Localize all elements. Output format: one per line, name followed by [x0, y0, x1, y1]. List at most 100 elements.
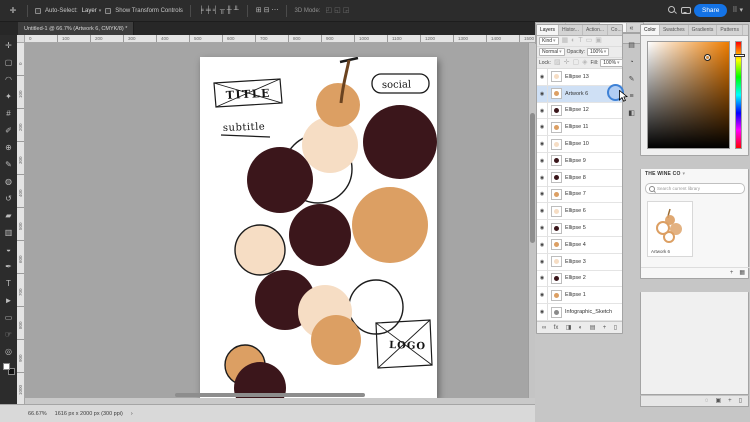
save-selection-icon[interactable]: ▣ — [715, 396, 723, 406]
hue-slider[interactable] — [735, 41, 742, 149]
layer-row-ellipse-2[interactable]: ◉Ellipse 2 — [537, 271, 622, 288]
library-search-input[interactable] — [645, 183, 745, 194]
layer-row-ellipse-12[interactable]: ◉Ellipse 12 — [537, 103, 622, 120]
brush-tool[interactable]: ✎ — [1, 156, 16, 173]
move-tool[interactable]: ✛ — [1, 37, 16, 54]
character-panel-icon[interactable]: ≡ — [628, 92, 634, 102]
collapse-panels-icon[interactable]: « — [629, 24, 635, 34]
color-tab-gradients[interactable]: Gradients — [689, 25, 718, 35]
color-tab-swatches[interactable]: Swatches — [660, 25, 689, 35]
layer-row-ellipse-9[interactable]: ◉Ellipse 9 — [537, 153, 622, 170]
opacity-dropdown[interactable]: 100% ▾ — [587, 48, 609, 56]
auto-select-checkbox[interactable] — [35, 8, 41, 14]
layer-thumbnail[interactable] — [551, 155, 562, 166]
document-tab[interactable]: Untitled-1 @ 66.7% (Artwork 6, CMYK/8) * — [18, 22, 134, 35]
info-panel-icon[interactable]: ◔ — [628, 58, 634, 68]
distribute-h-icon[interactable]: ⊞ — [255, 6, 263, 16]
library-asset-card[interactable]: Artwork 6 — [647, 201, 693, 257]
layer-visibility-eye-icon[interactable]: ◉ — [537, 270, 548, 286]
layer-thumbnail[interactable] — [551, 273, 562, 284]
zoom-level[interactable]: 66.67% — [28, 411, 47, 417]
filter-type-icon[interactable]: T — [577, 36, 583, 46]
layer-thumbnail[interactable] — [551, 189, 562, 200]
blur-tool[interactable]: ◒ — [1, 241, 16, 258]
filter-pixel-icon[interactable]: ▦ — [561, 36, 570, 46]
layer-thumbnail[interactable] — [551, 122, 562, 133]
canvas-h-scrollbar[interactable] — [25, 392, 528, 398]
pen-tool[interactable]: ✒ — [1, 258, 16, 275]
layer-filter-kind-dropdown[interactable]: Kind ▾ — [539, 37, 559, 45]
new-channel-icon[interactable]: + — [727, 396, 733, 406]
layer-row-ellipse-10[interactable]: ◉Ellipse 10 — [537, 136, 622, 153]
v-ruler[interactable]: 01002003004005006007008009001000 — [17, 43, 25, 404]
layer-visibility-eye-icon[interactable]: ◉ — [537, 220, 548, 236]
path-select-tool[interactable]: ► — [1, 292, 16, 309]
layer-visibility-eye-icon[interactable]: ◉ — [537, 203, 548, 219]
blend-mode-dropdown[interactable]: Normal ▾ — [539, 48, 565, 56]
show-transform-checkbox[interactable] — [105, 8, 111, 14]
layer-visibility-eye-icon[interactable]: ◉ — [537, 86, 548, 102]
layer-visibility-eye-icon[interactable]: ◉ — [537, 170, 548, 186]
layer-row-ellipse-5[interactable]: ◉Ellipse 5 — [537, 220, 622, 237]
layers-tab-action[interactable]: Action... — [583, 25, 608, 35]
layer-row-infographic-sketch[interactable]: ◉Infographic_Sketch — [537, 304, 622, 321]
layer-thumbnail[interactable] — [551, 223, 562, 234]
distribute-v-icon[interactable]: ⊟ — [263, 6, 271, 16]
filter-adjustment-icon[interactable]: ◐ — [570, 36, 576, 46]
3d-orbit-icon[interactable]: ◰ — [325, 6, 334, 16]
3d-pan-icon[interactable]: ◲ — [342, 6, 351, 16]
align-options-icon[interactable]: ⋯ — [270, 6, 279, 16]
layer-thumbnail[interactable] — [551, 105, 562, 116]
quick-select-tool[interactable]: ✦ — [1, 88, 16, 105]
history-brush-tool[interactable]: ↺ — [1, 190, 16, 207]
library-grid-view-icon[interactable]: ▦ — [738, 268, 746, 278]
adjustment-layer-icon[interactable]: ◐ — [578, 323, 584, 333]
healing-tool[interactable]: ⊕ — [1, 139, 16, 156]
lock-all-icon[interactable]: ◈ — [581, 58, 588, 68]
layer-visibility-eye-icon[interactable]: ◉ — [537, 103, 548, 119]
link-layers-icon[interactable]: ∞ — [541, 323, 547, 333]
layer-row-ellipse-13[interactable]: ◉Ellipse 13 — [537, 69, 622, 86]
color-tab-color[interactable]: Color — [641, 25, 660, 35]
color-field-marker[interactable] — [704, 54, 711, 61]
search-icon[interactable] — [668, 6, 677, 15]
layers-tab-histor[interactable]: Histor... — [559, 25, 583, 35]
lock-pixels-icon[interactable]: ▢ — [571, 58, 580, 68]
layer-row-ellipse-3[interactable]: ◉Ellipse 3 — [537, 254, 622, 271]
fill-dropdown[interactable]: 100% ▾ — [600, 59, 622, 67]
layer-thumbnail[interactable] — [551, 256, 562, 267]
layer-visibility-eye-icon[interactable]: ◉ — [537, 186, 548, 202]
layer-row-ellipse-11[interactable]: ◉Ellipse 11 — [537, 119, 622, 136]
color-field[interactable] — [647, 41, 730, 149]
align-top-icon[interactable]: ╥ — [219, 6, 226, 16]
h-scroll-thumb[interactable] — [175, 393, 365, 397]
layers-tab-layers[interactable]: Layers — [537, 25, 559, 35]
layer-thumbnail[interactable] — [551, 206, 562, 217]
status-chevron-icon[interactable]: › — [131, 411, 133, 417]
library-add-icon[interactable]: + — [729, 268, 735, 278]
color-swatches[interactable] — [3, 363, 15, 375]
layer-visibility-eye-icon[interactable]: ◉ — [537, 136, 548, 152]
share-button[interactable]: Share — [694, 4, 727, 17]
load-selection-icon[interactable]: ◌ — [704, 396, 710, 406]
layer-thumbnail[interactable] — [551, 307, 562, 318]
layer-row-ellipse-6[interactable]: ◉Ellipse 6 — [537, 203, 622, 220]
3d-roll-icon[interactable]: ◱ — [333, 6, 342, 16]
history-panel-icon[interactable]: ▤ — [627, 41, 636, 51]
brush-panel-icon[interactable]: ✎ — [628, 75, 636, 85]
crop-tool[interactable]: # — [1, 105, 16, 122]
layer-thumbnail[interactable] — [551, 172, 562, 183]
align-right-icon[interactable]: ╡ — [212, 6, 219, 16]
color-tab-patterns[interactable]: Patterns — [717, 25, 743, 35]
layer-row-ellipse-1[interactable]: ◉Ellipse 1 — [537, 287, 622, 304]
filter-smart-icon[interactable]: ▣ — [594, 36, 603, 46]
layer-group-icon[interactable]: ▤ — [589, 323, 597, 333]
gradient-tool[interactable]: ▥ — [1, 224, 16, 241]
eraser-tool[interactable]: ▰ — [1, 207, 16, 224]
canvas-area[interactable]: TITLE subtitle social LOGO — [25, 43, 528, 398]
library-selector[interactable]: THE WINE CO ▾ — [641, 169, 748, 179]
ruler-corner[interactable] — [17, 35, 25, 43]
layer-thumbnail[interactable] — [551, 71, 562, 82]
layer-thumbnail[interactable] — [551, 88, 562, 99]
clone-stamp-tool[interactable]: ◍ — [1, 173, 16, 190]
